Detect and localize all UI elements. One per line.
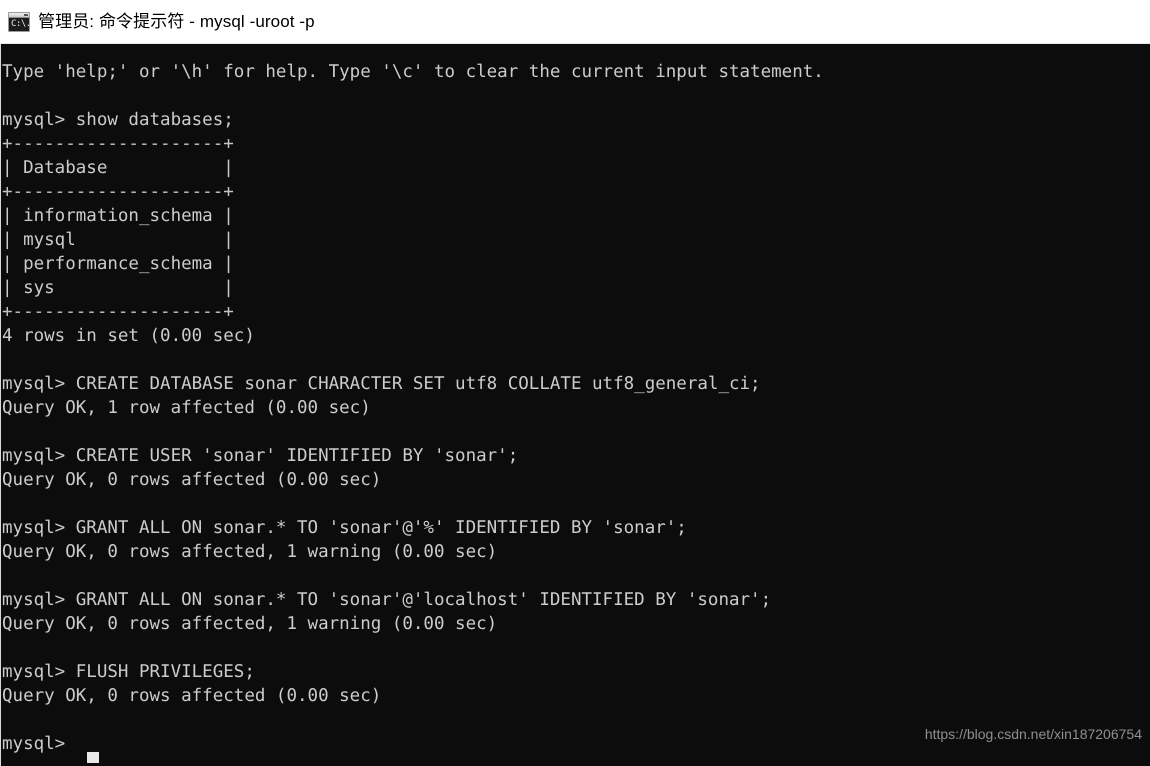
- terminal-line: mysql> CREATE DATABASE sonar CHARACTER S…: [2, 374, 761, 394]
- terminal-line: mysql> show databases;: [2, 110, 234, 130]
- terminal-line: | information_schema |: [2, 206, 234, 226]
- terminal-output-area[interactable]: Type 'help;' or '\h' for help. Type '\c'…: [0, 44, 1150, 766]
- window-title: 管理员: 命令提示符 - mysql -uroot -p: [38, 11, 315, 31]
- terminal-line: Query OK, 0 rows affected (0.00 sec): [2, 686, 382, 706]
- console-window: C:\. 管理员: 命令提示符 - mysql -uroot -p Type '…: [0, 0, 1150, 766]
- watermark-url: https://blog.csdn.net/xin187206754: [924, 726, 1142, 742]
- cmd-icon-titlebar-stripe: [9, 12, 29, 18]
- terminal-line: mysql> GRANT ALL ON sonar.* TO 'sonar'@'…: [2, 518, 687, 538]
- terminal-text: Type 'help;' or '\h' for help. Type '\c'…: [2, 60, 824, 756]
- terminal-line: mysql> FLUSH PRIVILEGES;: [2, 662, 255, 682]
- terminal-line: Query OK, 0 rows affected, 1 warning (0.…: [2, 614, 498, 634]
- cmd-icon-prompt-glyph: C:\.: [11, 18, 30, 29]
- terminal-line: Type 'help;' or '\h' for help. Type '\c'…: [2, 62, 824, 82]
- terminal-line: mysql>: [2, 734, 66, 754]
- terminal-line: +--------------------+: [2, 134, 234, 154]
- terminal-line: mysql> CREATE USER 'sonar' IDENTIFIED BY…: [2, 446, 519, 466]
- terminal-line: | performance_schema |: [2, 254, 234, 274]
- text-cursor: [87, 752, 99, 763]
- terminal-line: Query OK, 1 row affected (0.00 sec): [2, 398, 371, 418]
- cmd-console-icon: C:\.: [8, 11, 30, 32]
- terminal-line: | sys |: [2, 278, 234, 298]
- window-titlebar[interactable]: C:\. 管理员: 命令提示符 - mysql -uroot -p: [0, 0, 1150, 44]
- terminal-line: | Database |: [2, 158, 234, 178]
- terminal-line: 4 rows in set (0.00 sec): [2, 326, 255, 346]
- terminal-line: +--------------------+: [2, 302, 234, 322]
- terminal-line: +--------------------+: [2, 182, 234, 202]
- terminal-line: mysql> GRANT ALL ON sonar.* TO 'sonar'@'…: [2, 590, 772, 610]
- terminal-line: | mysql |: [2, 230, 234, 250]
- terminal-line: Query OK, 0 rows affected, 1 warning (0.…: [2, 542, 498, 562]
- terminal-line: Query OK, 0 rows affected (0.00 sec): [2, 470, 382, 490]
